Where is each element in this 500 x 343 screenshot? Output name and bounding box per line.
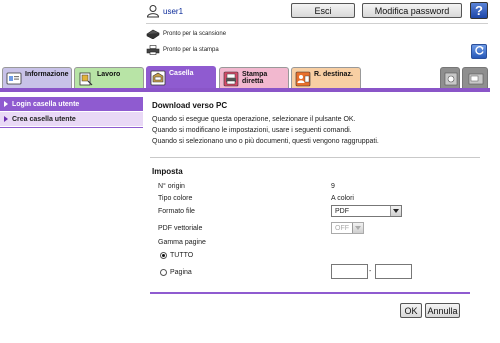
- tab-registrazione-destinazione-label: R. destinaz.: [314, 71, 353, 78]
- sidebar-item-login-user-box[interactable]: Login casella utente: [0, 97, 143, 111]
- all-pages-label: TUTTO: [170, 252, 194, 259]
- num-origin-label: N° origin: [158, 183, 185, 190]
- section-divider: [150, 157, 480, 158]
- tab-informazione[interactable]: Informazione: [2, 67, 72, 89]
- file-format-label: Formato file: [158, 208, 195, 215]
- form-bottom-divider: [150, 292, 470, 294]
- sidebar-item-label: Login casella utente: [12, 100, 80, 108]
- page-range-option-label: Pagina: [170, 269, 192, 276]
- refresh-button[interactable]: [471, 44, 487, 59]
- vector-pdf-selected: OFF: [335, 224, 349, 232]
- tab-casella-label: Casella: [169, 70, 194, 77]
- radio-page-range[interactable]: [160, 269, 167, 276]
- range-separator: -: [369, 268, 372, 275]
- page-title: Download verso PC: [152, 101, 228, 110]
- scan-status-text: Pronto per la scansione: [163, 31, 227, 37]
- page-to-input[interactable]: [375, 264, 412, 279]
- file-format-selected: PDF: [335, 207, 349, 215]
- num-origin-value: 9: [331, 183, 335, 190]
- cancel-button[interactable]: Annulla: [425, 303, 460, 318]
- tab-informazione-label: Informazione: [25, 71, 69, 78]
- section-title: Imposta: [152, 167, 183, 176]
- sidebar-item-create-user-box[interactable]: Crea casella utente: [0, 112, 143, 126]
- scanner-icon: [146, 29, 160, 40]
- change-password-button[interactable]: Modifica password: [362, 3, 462, 18]
- vector-pdf-label: PDF vettoriale: [158, 225, 203, 232]
- tab-lavoro-label: Lavoro: [97, 71, 121, 78]
- vector-pdf-select[interactable]: OFF: [331, 222, 364, 234]
- logout-button[interactable]: Esci: [291, 3, 355, 18]
- help-button[interactable]: ?: [470, 2, 488, 19]
- user-icon: [146, 4, 160, 18]
- tab-fax-settings[interactable]: [462, 67, 488, 89]
- radio-all-pages[interactable]: [160, 252, 167, 259]
- arrow-right-icon: [4, 101, 8, 107]
- refresh-icon: [474, 45, 485, 58]
- print-status: Pronto per la stampa: [146, 45, 219, 55]
- info-icon: [6, 71, 22, 87]
- scan-status: Pronto per la scansione: [146, 29, 227, 40]
- page-from-input[interactable]: [331, 264, 368, 279]
- box-icon: [150, 70, 166, 86]
- description-line: Quando si selezionano uno o più document…: [152, 138, 379, 145]
- description-line: Quando si modificano le impostazioni, us…: [152, 127, 352, 134]
- tab-casella[interactable]: Casella: [146, 66, 216, 90]
- tab-stampa-diretta[interactable]: Stampa diretta: [219, 67, 289, 89]
- print-status-text: Pronto per la stampa: [163, 47, 219, 53]
- ok-button[interactable]: OK: [400, 303, 422, 318]
- tab-registrazione-destinazione[interactable]: R. destinaz.: [291, 67, 361, 89]
- file-format-select[interactable]: PDF: [331, 205, 402, 217]
- fax-icon: [468, 72, 484, 88]
- color-type-label: Tipo colore: [158, 195, 193, 202]
- sidebar-divider: [0, 127, 143, 128]
- tabs-underline: [0, 88, 490, 92]
- store-address-icon: [444, 72, 458, 88]
- destination-icon: [295, 71, 311, 87]
- tab-lavoro[interactable]: Lavoro: [74, 67, 144, 89]
- description-line: Quando si esegue questa operazione, sele…: [152, 116, 356, 123]
- arrow-right-icon: [4, 116, 8, 122]
- color-type-value: A colori: [331, 195, 354, 202]
- help-icon: ?: [475, 3, 483, 18]
- printer-icon: [146, 45, 160, 55]
- chevron-down-icon: [390, 206, 401, 216]
- tab-stampa-diretta-label: Stampa diretta: [242, 71, 268, 85]
- sidebar-item-label: Crea casella utente: [12, 115, 76, 123]
- user-name[interactable]: user1: [163, 7, 183, 16]
- chevron-down-icon: [352, 223, 363, 233]
- header-divider: [146, 23, 488, 24]
- page-range-label: Gamma pagine: [158, 239, 206, 246]
- direct-print-icon: [223, 71, 239, 87]
- tab-store-address[interactable]: [440, 67, 460, 89]
- job-icon: [78, 71, 94, 87]
